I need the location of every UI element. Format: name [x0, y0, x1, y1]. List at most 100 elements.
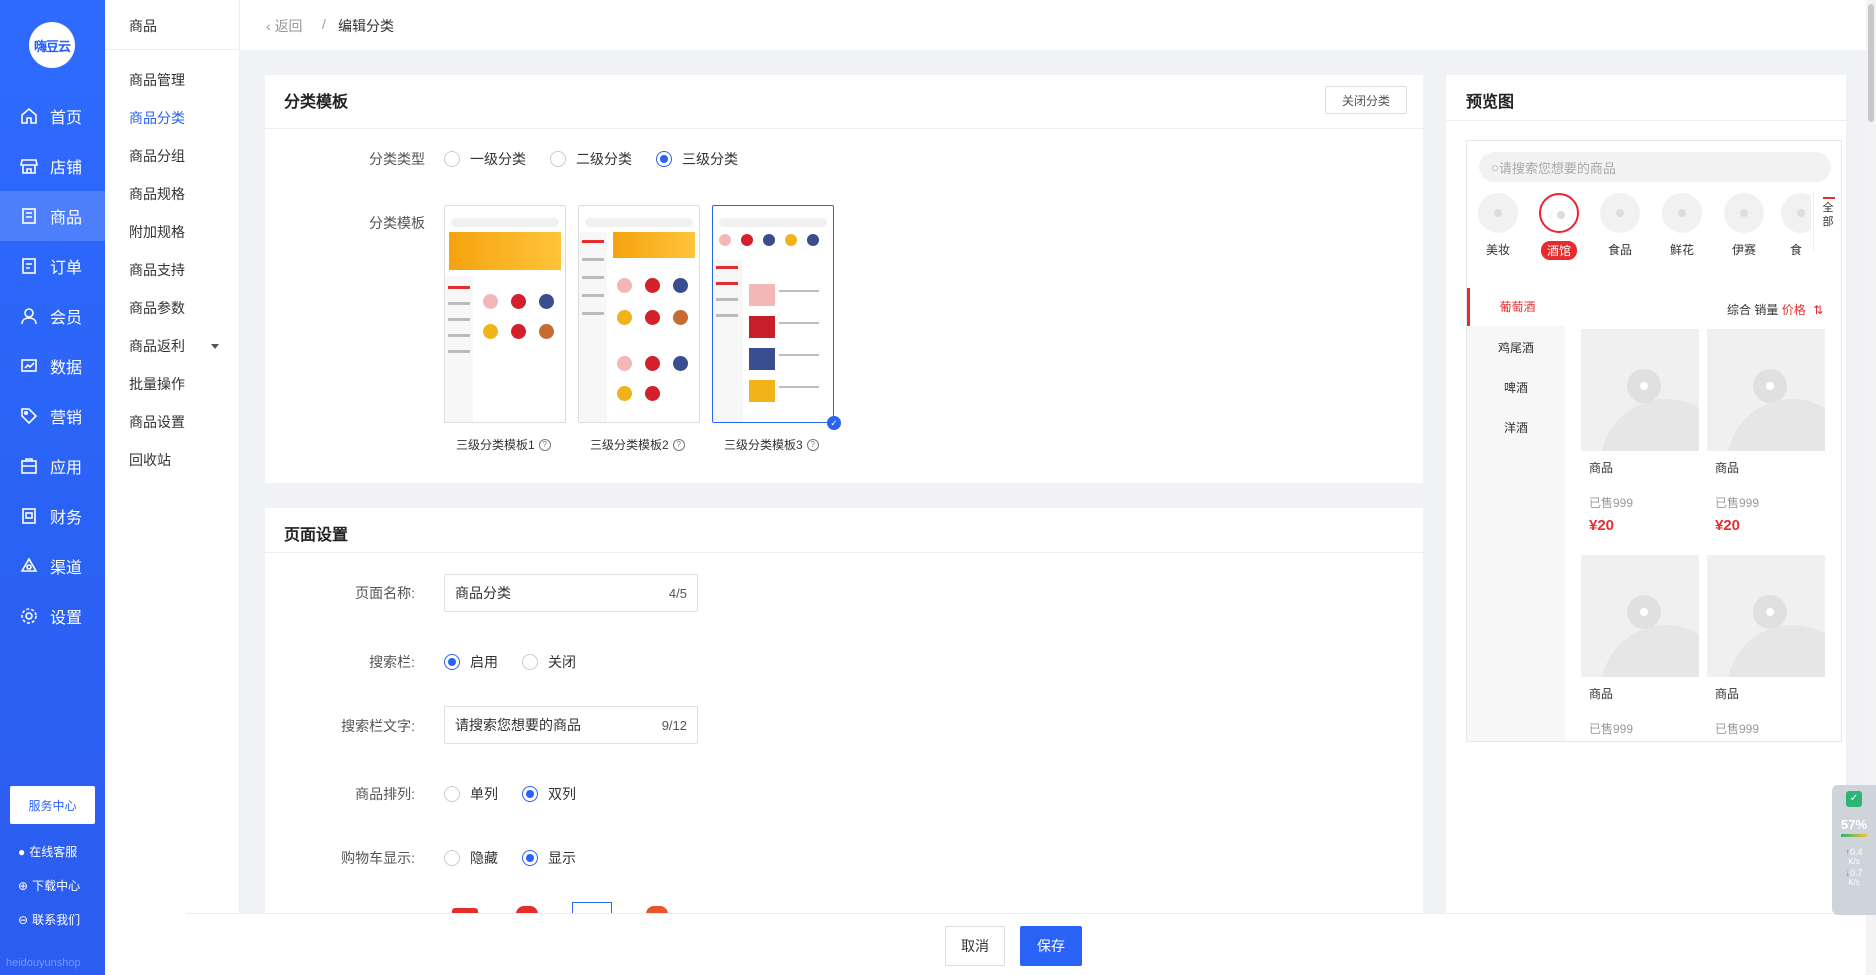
online-service-link[interactable]: ● 在线客服	[18, 843, 77, 860]
nav-item-order[interactable]: 订单	[0, 241, 105, 291]
category-label: 食品	[1607, 243, 1632, 257]
breadcrumb-separator: /	[322, 16, 326, 32]
radio-dot	[550, 151, 566, 167]
radio-double-column[interactable]: 双列	[522, 784, 576, 804]
main-nav: 嗨豆云 首页 店铺 商品 订单 会员 数据 营销 应用 财务 渠道 设置 服务中…	[0, 0, 105, 975]
category-label: 美妆	[1485, 243, 1510, 257]
sort-tab: 综合	[1727, 303, 1752, 317]
nav-item-finance[interactable]: 财务	[0, 491, 105, 541]
page-name-input[interactable]: 商品分类 4/5	[444, 574, 698, 612]
thumb-row	[448, 318, 470, 321]
subnav-item-goods-rebate[interactable]: 商品返利	[129, 336, 185, 356]
nav-item-goods[interactable]: 商品	[0, 191, 105, 241]
help-icon[interactable]: ?	[806, 438, 819, 451]
thumb-row	[716, 282, 738, 285]
nav-item-member[interactable]: 会员	[0, 291, 105, 341]
subnav-item-goods-spec[interactable]: 商品规格	[129, 184, 185, 204]
nav-item-home[interactable]: 首页	[0, 91, 105, 141]
back-link[interactable]: ‹ 返回	[266, 16, 303, 36]
cancel-button[interactable]: 取消	[945, 926, 1005, 966]
radio-search-disable[interactable]: 关闭	[522, 652, 576, 672]
help-icon[interactable]: ?	[538, 438, 551, 451]
nav-item-settings[interactable]: 设置	[0, 591, 105, 641]
preview-search-text: 请搜索您想要的商品	[1498, 160, 1616, 176]
divider	[105, 49, 240, 50]
download-speed: ↓0.7 K/s	[1832, 868, 1876, 887]
search-icon: ○	[1491, 159, 1499, 175]
radio-level1[interactable]: 一级分类	[444, 149, 526, 169]
preview-category: 美妆	[1473, 193, 1523, 258]
page-settings-title: 页面设置	[284, 527, 349, 544]
fruit-icon	[785, 234, 797, 246]
template-thumb-3[interactable]	[712, 205, 834, 423]
goods-price: ¥20	[1715, 517, 1741, 534]
all-categories: 全部	[1813, 191, 1841, 251]
radio-single-column[interactable]: 单列	[444, 784, 498, 804]
template-thumb-2[interactable]	[578, 205, 700, 423]
template-name: 三级分类模板1	[456, 438, 535, 452]
preview-title: 预览图	[1466, 94, 1515, 111]
subnav-item-goods-manage[interactable]: 商品管理	[129, 70, 185, 90]
divider	[265, 552, 1423, 553]
subnav-item-goods-params[interactable]: 商品参数	[129, 298, 185, 318]
category-icon	[1724, 193, 1764, 233]
preview-side-item: 葡萄酒	[1467, 288, 1565, 326]
subnav-item-batch[interactable]: 批量操作	[129, 374, 185, 394]
radio-dot	[444, 850, 460, 866]
preview-category: 食品	[1595, 193, 1645, 258]
radio-label: 双列	[548, 786, 576, 802]
template-thumb-1[interactable]	[444, 205, 566, 423]
close-category-button[interactable]: 关闭分类	[1325, 86, 1407, 114]
chevron-down-icon[interactable]	[211, 344, 219, 349]
nav-item-marketing[interactable]: 营销	[0, 391, 105, 441]
fruit-icon	[539, 294, 554, 309]
radio-search-enable[interactable]: 启用	[444, 652, 498, 672]
preview-side-item: 啤酒	[1503, 381, 1528, 395]
category-icon	[1662, 193, 1702, 233]
radio-cart-hide[interactable]: 隐藏	[444, 848, 498, 868]
save-button[interactable]: 保存	[1020, 926, 1082, 966]
subnav-item-goods-support[interactable]: 商品支持	[129, 260, 185, 280]
usage-percent: 57%	[1840, 817, 1868, 832]
category-template-label: 分类模板	[369, 215, 425, 231]
preview-category: 伊赛	[1719, 193, 1769, 258]
thumb-row	[582, 240, 604, 243]
thumb-row	[716, 298, 738, 301]
radio-label: 隐藏	[470, 850, 498, 866]
nav-item-data[interactable]: 数据	[0, 341, 105, 391]
radio-cart-show[interactable]: 显示	[522, 848, 576, 868]
service-center-button[interactable]: 服务中心	[10, 786, 95, 824]
template-name: 三级分类模板2	[590, 438, 669, 452]
thumb-row	[582, 294, 604, 297]
radio-level2[interactable]: 二级分类	[550, 149, 632, 169]
fruit-icon	[673, 310, 688, 325]
search-text-input[interactable]: 请搜索您想要的商品 9/12	[444, 706, 698, 744]
help-icon[interactable]: ?	[672, 438, 685, 451]
nav-item-store[interactable]: 店铺	[0, 141, 105, 191]
subnav-item-goods-category[interactable]: 商品分类	[129, 108, 185, 128]
sort-tab: 价格	[1781, 303, 1806, 317]
sort-icon: ⇅	[1813, 303, 1824, 317]
nav-item-channel[interactable]: 渠道	[0, 541, 105, 591]
radio-level3[interactable]: 三级分类	[656, 149, 738, 169]
fruit-icon	[483, 324, 498, 339]
thumb-search	[585, 218, 693, 227]
radio-dot	[522, 654, 538, 670]
network-monitor[interactable]: ✓ 57% ↑0.4 K/s ↓0.7 K/s	[1832, 785, 1876, 915]
search-text-label: 搜索栏文字:	[341, 718, 415, 734]
scroll-thumb[interactable]	[1868, 4, 1874, 122]
download-center-link[interactable]: ⊕ 下载中心	[18, 877, 80, 894]
subnav-item-goods-group[interactable]: 商品分组	[129, 146, 185, 166]
order-icon	[20, 257, 38, 275]
subnav-item-extra-spec[interactable]: 附加规格	[129, 222, 185, 242]
subnav-item-recycle-bin[interactable]: 回收站	[129, 450, 171, 470]
radio-label: 二级分类	[576, 151, 632, 167]
tag-icon	[20, 407, 38, 425]
subnav-item-goods-settings[interactable]: 商品设置	[129, 412, 185, 432]
logo[interactable]: 嗨豆云	[29, 22, 75, 68]
preview-side-item: 洋酒	[1503, 421, 1528, 435]
nav-item-app[interactable]: 应用	[0, 441, 105, 491]
sort-tab: 销量	[1754, 303, 1779, 317]
thumb-row	[448, 334, 470, 337]
contact-us-link[interactable]: ⊖ 联系我们	[18, 911, 80, 928]
